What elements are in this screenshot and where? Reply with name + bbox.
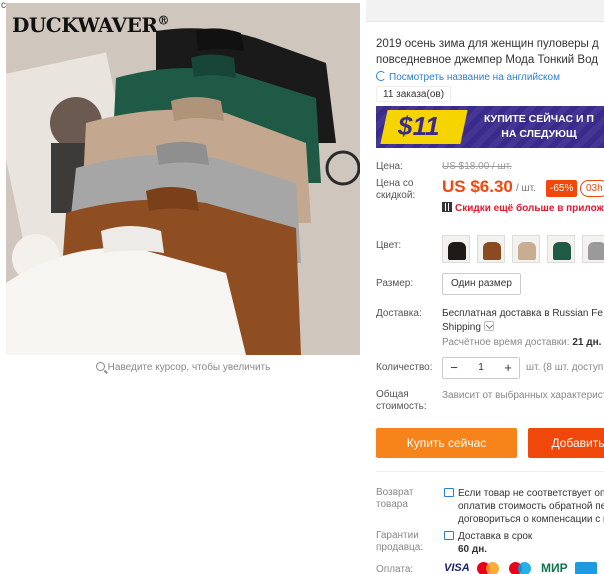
shipping-label: Доставка: xyxy=(376,308,422,319)
chevron-down-icon[interactable] xyxy=(483,321,494,331)
orders-count: 11 заказа(ов) xyxy=(376,86,452,102)
price-unit: / шт. xyxy=(516,183,536,194)
color-swatch-black[interactable] xyxy=(442,235,470,263)
maestro-icon xyxy=(509,561,533,574)
brand-logo: DUCKWAVER® xyxy=(12,13,169,37)
translate-title-link[interactable]: Посмотреть название на английском xyxy=(376,71,560,83)
discount-badge: -65% xyxy=(546,180,578,197)
divider xyxy=(376,471,604,472)
mir-icon: МИР xyxy=(541,561,568,574)
seller-guarantee-label: Гарантии продавца: xyxy=(376,530,424,553)
product-photo[interactable]: DUCKWAVER® xyxy=(6,3,360,355)
product-title: 2019 осень зима для женщин пуловеры д по… xyxy=(376,38,599,66)
quantity-available: шт. (8 шт. доступно xyxy=(526,362,604,373)
return-label: Возврат товара xyxy=(376,487,414,510)
current-price: US $6.30 xyxy=(442,177,513,196)
shipping-method[interactable]: Бесплатная доставка в Russian Fe Shippin… xyxy=(442,307,604,335)
quantity-stepper: − 1 + xyxy=(442,357,520,379)
payment-methods: VISA МИР xyxy=(444,561,602,574)
total-label: Общая стоимость: xyxy=(376,389,427,412)
payment-label: Оплата: xyxy=(376,564,414,574)
refresh-icon xyxy=(376,71,386,81)
payment-extra-icon xyxy=(575,561,598,574)
app-discount-link[interactable]: Скидки ещё больше в приложен xyxy=(442,202,604,214)
add-to-cart-button[interactable]: Добавить xyxy=(528,428,604,458)
buy-now-button[interactable]: Купить сейчас xyxy=(376,428,517,458)
color-swatch-gray[interactable] xyxy=(582,235,604,263)
quantity-label: Количество: xyxy=(376,362,433,373)
product-details: 2019 осень зима для женщин пуловеры д по… xyxy=(366,0,604,574)
seller-guarantee-text: Доставка в срок 60 дн. xyxy=(458,531,533,555)
mastercard-icon xyxy=(477,561,501,574)
sweater-stack-illustration xyxy=(6,3,360,355)
quantity-input[interactable]: 1 xyxy=(465,358,497,378)
return-info-icon xyxy=(444,488,454,497)
color-swatch-brown[interactable] xyxy=(477,235,505,263)
old-price: US $18.00 / шт. xyxy=(442,161,512,172)
return-policy-text: Если товар не соответствует опи оплатив … xyxy=(458,488,604,525)
delivery-guarantee-icon xyxy=(444,531,454,540)
color-swatch-green[interactable] xyxy=(547,235,575,263)
size-label: Размер: xyxy=(376,278,414,289)
visa-icon: VISA xyxy=(444,562,470,574)
promo-amount: $11 xyxy=(398,111,440,141)
quantity-increment-button[interactable]: + xyxy=(497,358,519,378)
size-option-button[interactable]: Один размер xyxy=(442,273,521,295)
discount-price-label: Цена со скидкой: xyxy=(376,178,416,201)
price-label: Цена: xyxy=(376,161,403,172)
magnifier-icon xyxy=(95,362,105,371)
zoom-hint-text: Наведите курсор, чтобы увеличить xyxy=(107,362,271,373)
color-swatch-beige[interactable] xyxy=(512,235,540,263)
delivery-time: Расчётное время доставки: 21 дн. xyxy=(442,337,602,348)
color-label: Цвет: xyxy=(376,240,402,251)
promo-text: КУПИТЕ СЕЙЧАС И П НА СЛЕДУЮЩ xyxy=(484,113,594,140)
total-value: Зависит от выбранных характерист xyxy=(442,390,604,401)
zoom-hint: Наведите курсор, чтобы увеличить xyxy=(0,362,366,373)
countdown-timer: 03h xyxy=(580,180,604,197)
top-bar xyxy=(366,0,604,22)
promo-banner[interactable]: $11 КУПИТЕ СЕЙЧАС И П НА СЛЕДУЮЩ xyxy=(376,106,604,148)
product-gallery: c DUCKWAVER® Наведите курсор, чтобы увел… xyxy=(0,0,366,574)
qr-code-icon xyxy=(442,202,452,212)
quantity-decrement-button[interactable]: − xyxy=(443,358,465,378)
